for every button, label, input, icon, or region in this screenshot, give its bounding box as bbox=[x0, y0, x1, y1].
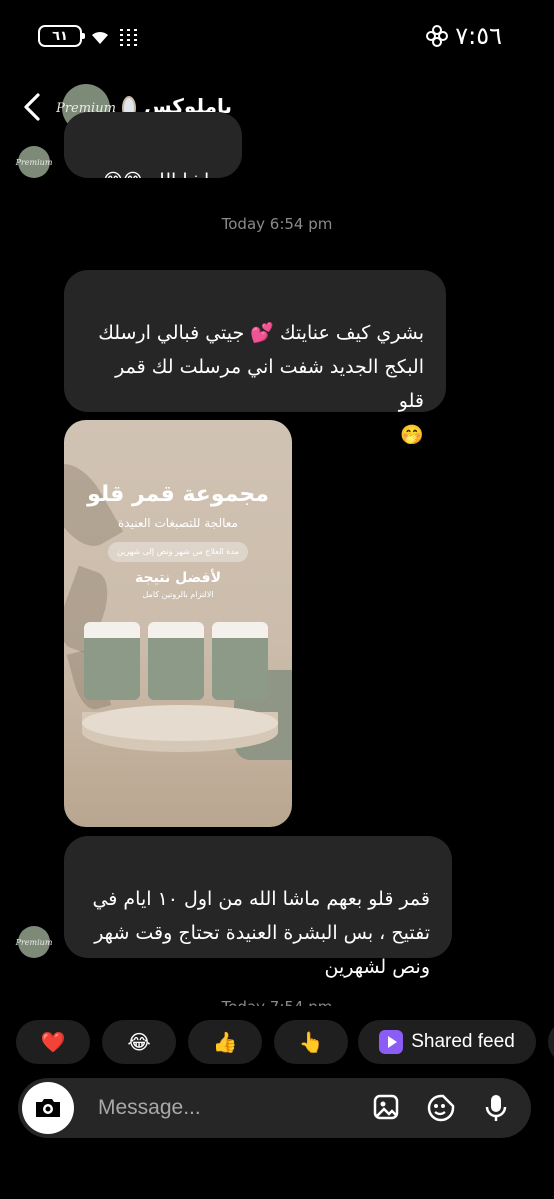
status-bar: ٦١ ٧:٥٦ bbox=[0, 0, 554, 72]
laugh-reaction-button[interactable]: 😂 bbox=[102, 1020, 176, 1064]
wifi-icon bbox=[92, 31, 108, 44]
message-composer bbox=[18, 1078, 531, 1138]
product-jar bbox=[148, 622, 204, 700]
signal-icon bbox=[120, 29, 137, 46]
product-duration: مدة العلاج من شهر ونص إلى شهرين bbox=[108, 542, 248, 562]
shared-feed-button[interactable]: Shared feed bbox=[358, 1020, 536, 1064]
message-bubble[interactable]: قمر قلو بعهم ماشا الله من اول ١٠ ايام في… bbox=[64, 836, 452, 978]
message-bubble-partial[interactable]: ماشا الله 😄😄 bbox=[64, 112, 242, 178]
point-up-icon: 👆 bbox=[298, 1030, 324, 1054]
shared-feed-icon bbox=[379, 1030, 404, 1054]
sticker-icon[interactable] bbox=[426, 1093, 456, 1123]
quick-reactions: ❤️ 😂 👍 👆 Shared feed bbox=[16, 1020, 554, 1064]
pedestal-top bbox=[82, 705, 278, 741]
timestamp: Today 6:54 pm bbox=[221, 215, 333, 233]
more-reaction-button[interactable] bbox=[548, 1020, 554, 1064]
back-icon[interactable] bbox=[20, 92, 46, 122]
product-subtitle: معالجة للتصبغات العنيدة bbox=[118, 516, 238, 530]
camera-button[interactable] bbox=[22, 1082, 74, 1134]
microphone-icon[interactable] bbox=[484, 1093, 508, 1123]
product-image[interactable]: مجموعة قمر قلو معالجة للتصبغات العنيدة م… bbox=[64, 420, 292, 827]
product-commitment: الالتزام بالروتين كامل bbox=[142, 590, 214, 599]
thumbs-up-reaction-button[interactable]: 👍 bbox=[188, 1020, 262, 1064]
shared-feed-label: Shared feed bbox=[411, 1031, 515, 1052]
clock: ٧:٥٦ bbox=[455, 22, 502, 50]
message-text: قمر قلو بعهم ماشا الله من اول ١٠ ايام في… bbox=[92, 888, 430, 978]
thumbs-up-icon: 👍 bbox=[212, 1030, 238, 1054]
message-bubble[interactable]: بشري كيف عنايتك 💕 جيتي فبالي ارسلك البكج… bbox=[64, 270, 446, 446]
product-best-result: لأفضل نتيجة bbox=[134, 570, 222, 586]
sender-avatar[interactable]: Premium bbox=[15, 146, 53, 178]
avatar-text: Premium bbox=[15, 157, 53, 167]
duration-text: مدة العلاج من شهر ونص إلى شهرين bbox=[117, 547, 239, 556]
laughing-face-icon: 😂 bbox=[127, 1030, 151, 1054]
timestamp: Today 7:54 pm bbox=[0, 996, 554, 1006]
gallery-icon[interactable] bbox=[372, 1093, 402, 1123]
message-input[interactable] bbox=[98, 1092, 358, 1124]
sender-avatar[interactable]: Premium bbox=[15, 926, 53, 958]
product-jar bbox=[212, 622, 268, 700]
message-text: ماشا الله 😄😄 bbox=[103, 170, 220, 178]
product-jar bbox=[84, 622, 140, 700]
product-title: مجموعة قمر قلو bbox=[87, 482, 269, 507]
heart-reaction-button[interactable]: ❤️ bbox=[16, 1020, 90, 1064]
battery-icon: ٦١ bbox=[38, 25, 85, 47]
battery-level: ٦١ bbox=[52, 28, 68, 44]
camera-icon bbox=[36, 1099, 60, 1117]
heart-icon: ❤️ bbox=[40, 1030, 66, 1054]
point-up-reaction-button[interactable]: 👆 bbox=[274, 1020, 348, 1064]
flower-icon bbox=[426, 25, 448, 47]
avatar-text: Premium bbox=[15, 937, 53, 947]
